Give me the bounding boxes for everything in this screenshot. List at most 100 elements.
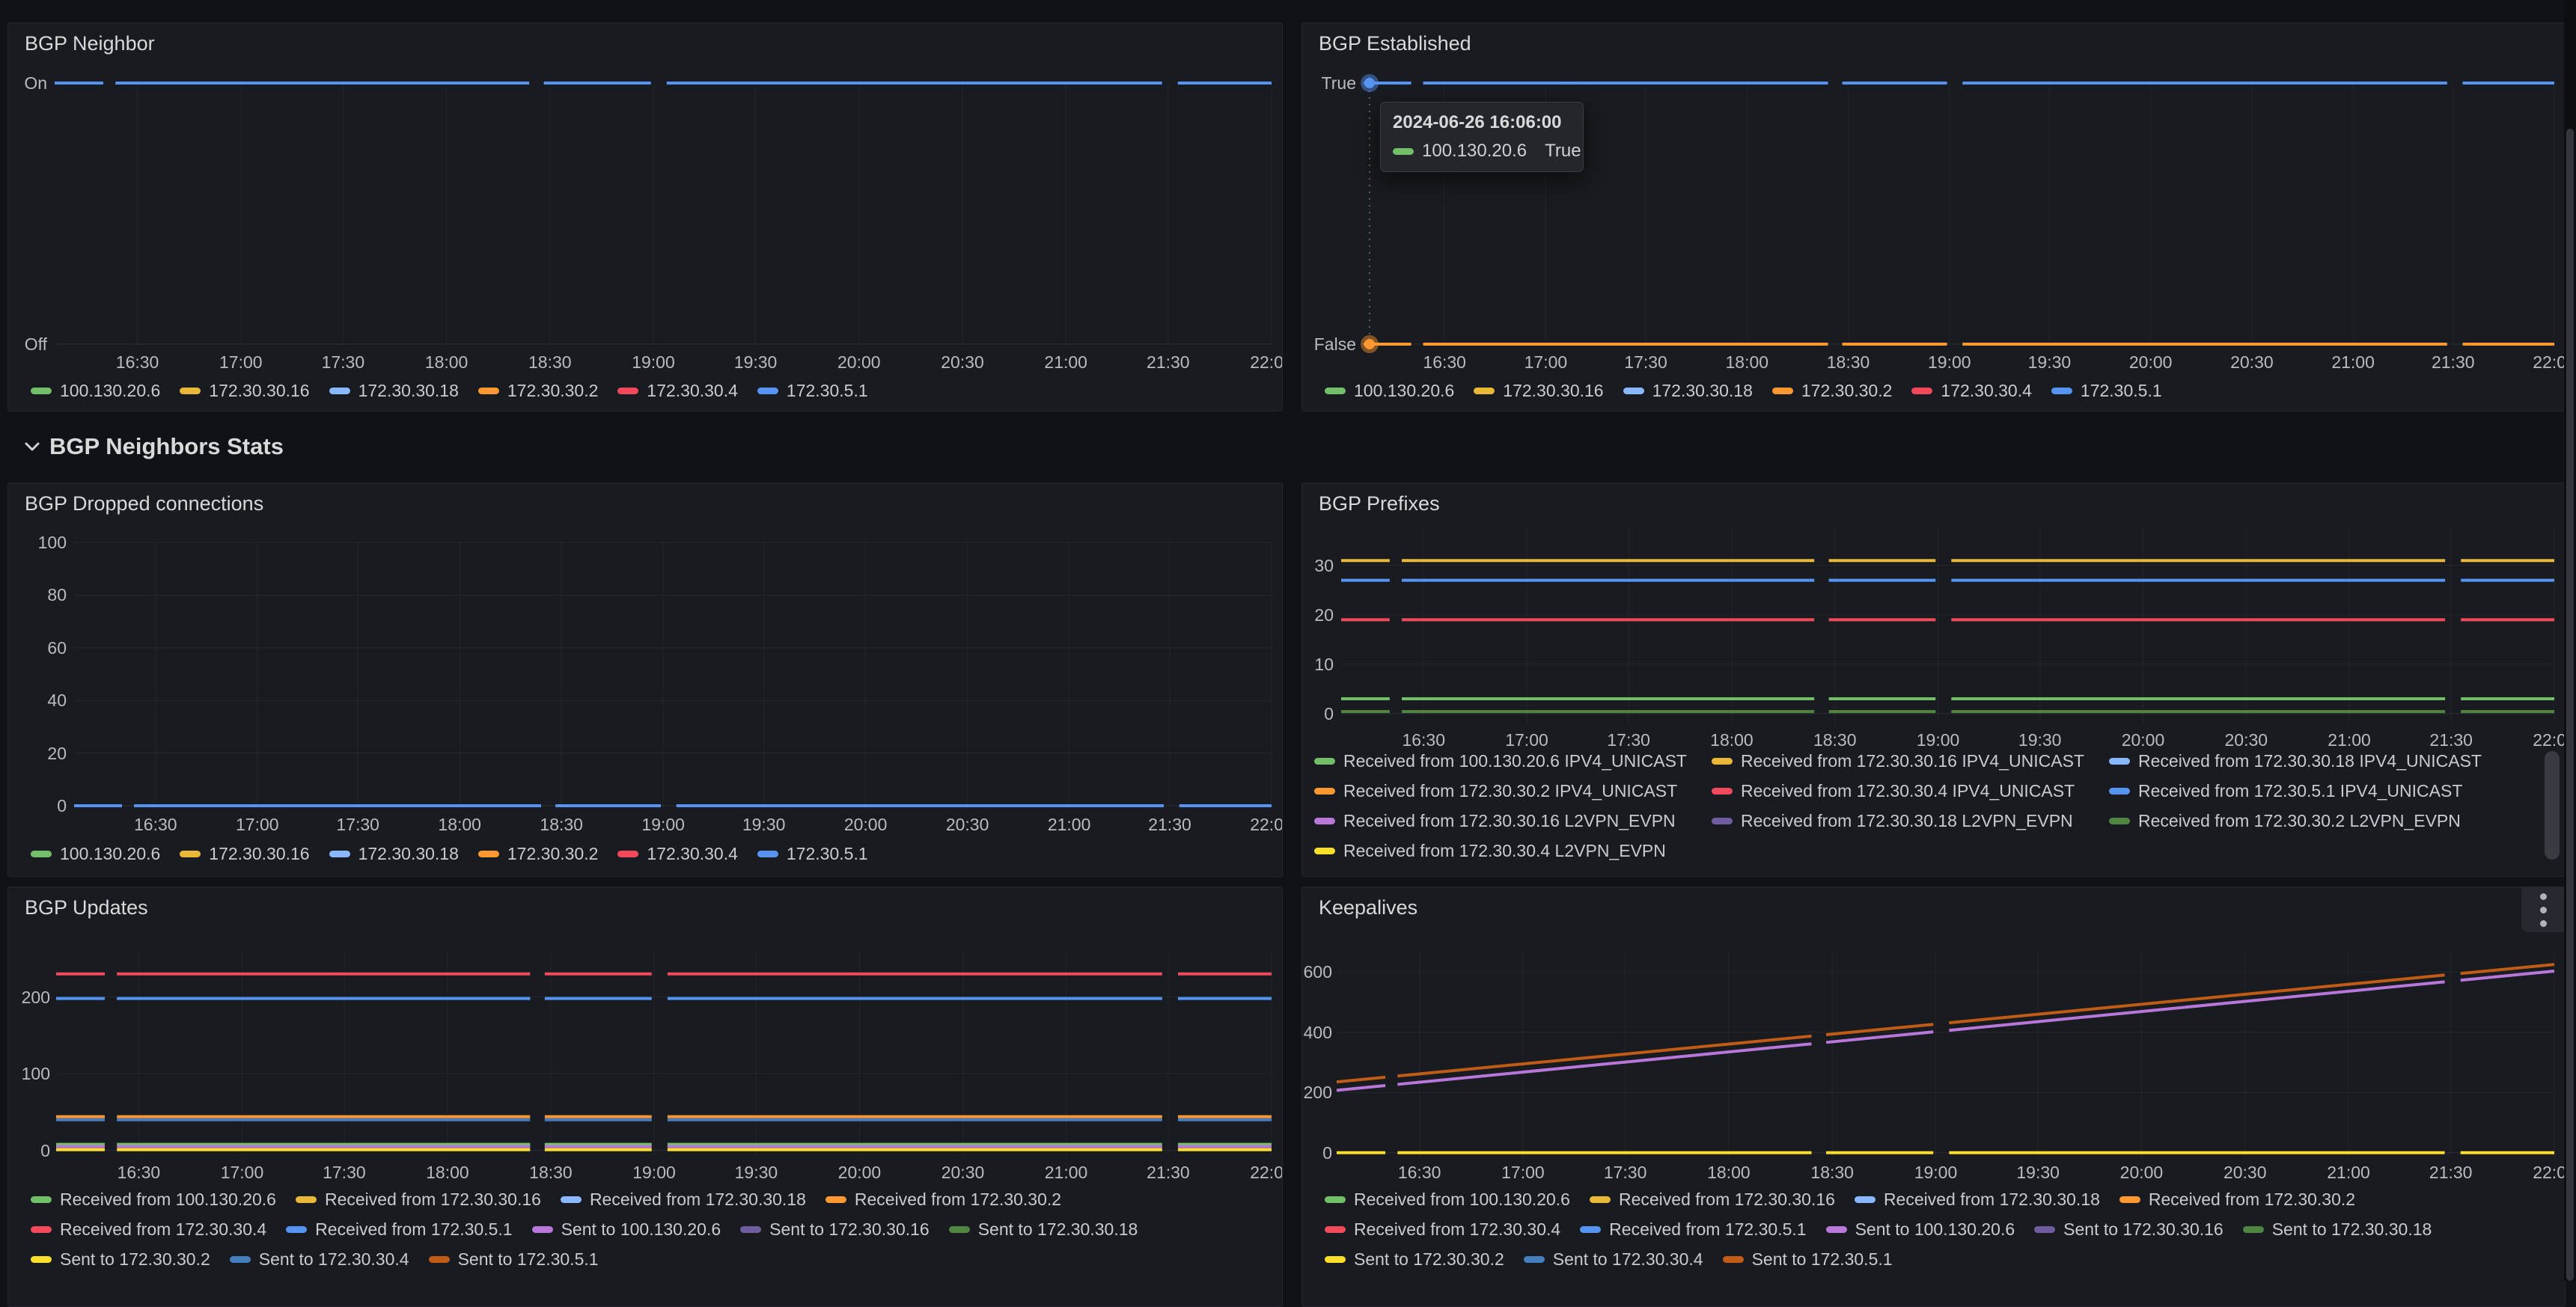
legend-item[interactable]: Received from 172.30.30.4 IPV4_UNICAST	[1712, 781, 2090, 801]
legend-item[interactable]: Received from 100.130.20.6 IPV4_UNICAST	[1314, 751, 1692, 771]
legend-item-label: Sent to 172.30.5.1	[458, 1249, 599, 1270]
legend-item[interactable]: 100.130.20.6	[31, 844, 160, 864]
legend-item-label: Received from 100.130.20.6	[1354, 1190, 1570, 1210]
legend-item[interactable]: Sent to 172.30.30.4	[1524, 1249, 1703, 1270]
legend-item[interactable]: Received from 172.30.5.1	[286, 1219, 512, 1240]
panel-title[interactable]: BGP Neighbor	[25, 32, 155, 55]
legend-item[interactable]: 172.30.30.16	[180, 844, 309, 864]
y-axis-tick-label: 0	[8, 1141, 50, 1161]
panel-title[interactable]: BGP Established	[1319, 32, 1471, 55]
legend-item[interactable]: Sent to 100.130.20.6	[1826, 1219, 2015, 1240]
legend-item[interactable]: Received from 100.130.20.6	[31, 1190, 276, 1210]
legend-item-label: Received from 100.130.20.6	[60, 1190, 276, 1210]
section-header-bgp-neighbors-stats[interactable]: BGP Neighbors Stats	[0, 417, 2576, 476]
legend-item[interactable]: Received from 172.30.30.2 IPV4_UNICAST	[1314, 781, 1692, 801]
legend-item[interactable]: 172.30.5.1	[2051, 381, 2162, 401]
x-axis-tick-label: 20:30	[941, 352, 984, 373]
legend-item[interactable]: Sent to 172.30.30.18	[2243, 1219, 2432, 1240]
legend-item[interactable]: Received from 172.30.30.4 L2VPN_EVPN	[1314, 841, 1692, 861]
x-axis-tick-label: 19:30	[2016, 1163, 2060, 1183]
series-color-swatch	[1393, 148, 1414, 155]
legend-item[interactable]: 172.30.5.1	[757, 844, 868, 864]
legend-item[interactable]: Received from 172.30.30.16	[1590, 1190, 1835, 1210]
legend-item-label: Received from 172.30.5.1	[1609, 1219, 1806, 1240]
legend-item[interactable]: Received from 172.30.30.2	[2119, 1190, 2355, 1210]
page-scrollbar[interactable]	[2564, 0, 2576, 1281]
x-axis-tick-label: 21:30	[2429, 730, 2473, 750]
legend-item-label: Received from 172.30.30.18	[590, 1190, 806, 1210]
legend-item[interactable]: Sent to 172.30.30.2	[1325, 1249, 1504, 1270]
legend-item[interactable]: 172.30.5.1	[757, 381, 868, 401]
legend-item[interactable]: 172.30.30.4	[1911, 381, 2032, 401]
legend-row: Received from 100.130.20.6 IPV4_UNICAST R…	[1314, 751, 2539, 771]
legend-item[interactable]: 172.30.30.16	[180, 381, 309, 401]
legend-item[interactable]: Received from 172.30.30.18	[1855, 1190, 2100, 1210]
series-color-swatch	[329, 388, 350, 394]
legend-item[interactable]: 172.30.30.4	[617, 381, 738, 401]
legend-item-label: 172.30.30.2	[507, 844, 599, 864]
series-color-swatch	[478, 388, 499, 394]
legend-item[interactable]: Received from 172.30.30.2	[825, 1190, 1061, 1210]
legend-item[interactable]: Sent to 100.130.20.6	[532, 1219, 721, 1240]
panel-menu-kebab-icon[interactable]	[2521, 887, 2565, 932]
panel-title[interactable]: BGP Updates	[25, 896, 148, 919]
legend-item[interactable]: 100.130.20.6	[31, 381, 160, 401]
x-axis-tick-label: 19:00	[632, 352, 675, 373]
legend-item-label: Sent to 172.30.30.2	[60, 1249, 210, 1270]
legend-item[interactable]: Sent to 172.30.30.18	[949, 1219, 1138, 1240]
legend-item[interactable]: Received from 172.30.30.16 IPV4_UNICAST	[1712, 751, 2090, 771]
tooltip-series-name: 100.130.20.6	[1422, 141, 1527, 162]
legend-item-label: 172.30.30.18	[1652, 381, 1753, 401]
legend-item[interactable]: 172.30.30.2	[478, 844, 599, 864]
panel-title[interactable]: BGP Dropped connections	[25, 492, 263, 515]
legend-item[interactable]: Sent to 172.30.30.4	[230, 1249, 409, 1270]
x-axis-tick-label: 18:30	[1810, 1163, 1854, 1183]
legend-item[interactable]: 172.30.30.18	[329, 381, 459, 401]
section-title: BGP Neighbors Stats	[49, 433, 284, 460]
series-color-swatch	[2119, 1196, 2140, 1203]
legend-item[interactable]: 172.30.30.18	[329, 844, 459, 864]
x-axis-tick-label: 17:00	[221, 1163, 264, 1183]
y-axis-tick-label: 80	[8, 585, 67, 605]
series-color-swatch	[1325, 1226, 1346, 1233]
series-color-swatch	[757, 388, 778, 394]
legend-item-label: Received from 172.30.30.16 L2VPN_EVPN	[1343, 811, 1676, 831]
legend-item[interactable]: Received from 172.30.30.18	[561, 1190, 806, 1210]
legend-scrollbar[interactable]	[2545, 751, 2560, 860]
legend-item[interactable]: Received from 172.30.5.1	[1580, 1219, 1806, 1240]
legend-item[interactable]: 172.30.30.2	[1772, 381, 1893, 401]
legend-item[interactable]: Sent to 172.30.5.1	[429, 1249, 599, 1270]
panel-title[interactable]: Keepalives	[1319, 896, 1417, 919]
legend-item[interactable]: Received from 172.30.5.1 IPV4_UNICAST	[2109, 781, 2487, 801]
legend-item[interactable]: Received from 172.30.30.4	[31, 1219, 266, 1240]
page-scrollbar-thumb[interactable]	[2566, 129, 2574, 1281]
legend-item[interactable]: Received from 172.30.30.18 L2VPN_EVPN	[1712, 811, 2090, 831]
legend-item[interactable]: 100.130.20.6	[1325, 381, 1454, 401]
legend-item[interactable]: Sent to 172.30.30.2	[31, 1249, 210, 1270]
legend-item[interactable]: Sent to 172.30.30.16	[740, 1219, 930, 1240]
legend-item[interactable]: 172.30.30.16	[1474, 381, 1603, 401]
legend-item[interactable]: 172.30.30.18	[1623, 381, 1753, 401]
x-axis-tick-label: 19:00	[1917, 730, 1960, 750]
panel-bgp-prefixes: BGP Prefixes Received from 100.130.20.6 …	[1301, 483, 2566, 877]
legend-item-label: Sent to 172.30.30.18	[2272, 1219, 2432, 1240]
legend-item[interactable]: 172.30.30.4	[617, 844, 738, 864]
legend-item[interactable]: Sent to 172.30.30.16	[2034, 1219, 2224, 1240]
legend-item[interactable]: Received from 172.30.30.4	[1325, 1219, 1560, 1240]
series-color-swatch	[2243, 1226, 2264, 1233]
series-color-swatch	[31, 851, 52, 857]
kebab-dot	[2540, 893, 2547, 900]
legend-item[interactable]: Received from 100.130.20.6	[1325, 1190, 1570, 1210]
legend-item[interactable]: 172.30.30.2	[478, 381, 599, 401]
x-axis-tick-label: 17:00	[219, 352, 263, 373]
legend-item[interactable]: Received from 172.30.30.16	[296, 1190, 541, 1210]
series-color-swatch	[1325, 1196, 1346, 1203]
legend-item[interactable]: Received from 172.30.30.2 L2VPN_EVPN	[2109, 811, 2487, 831]
legend-item[interactable]: Received from 172.30.30.16 L2VPN_EVPN	[1314, 811, 1692, 831]
legend-item[interactable]: Received from 172.30.30.18 IPV4_UNICAST	[2109, 751, 2487, 771]
panel-title[interactable]: BGP Prefixes	[1319, 492, 1440, 515]
tooltip-series-value: True	[1527, 141, 1581, 162]
legend-item[interactable]: Sent to 172.30.5.1	[1723, 1249, 1893, 1270]
legend-item-label: Received from 172.30.30.18 L2VPN_EVPN	[1741, 811, 2073, 831]
tooltip-timestamp: 2024-06-26 16:06:00	[1393, 112, 1571, 133]
